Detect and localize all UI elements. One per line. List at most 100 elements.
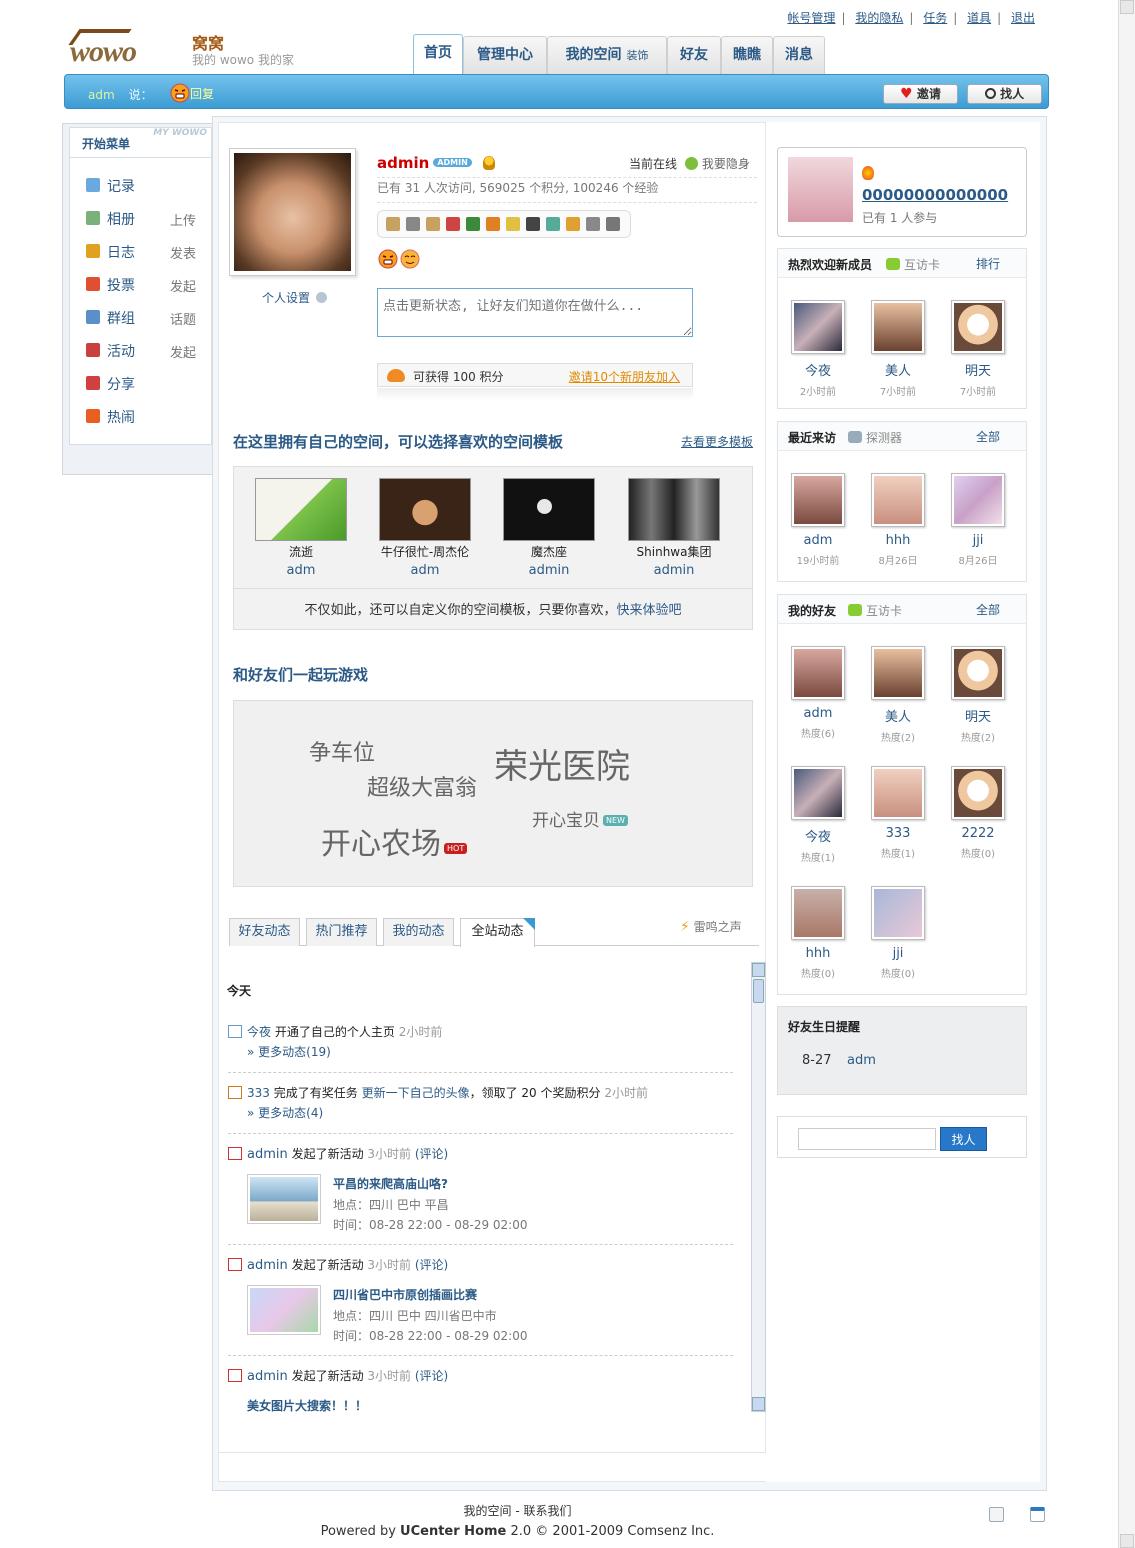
sidebar-item-hot[interactable]: 热闹 (86, 406, 208, 426)
birthday-user[interactable]: adm (847, 1053, 876, 1068)
sidebar-item-blog[interactable]: 日志 发表 (86, 241, 208, 262)
sidebar-item-record[interactable]: 记录 (86, 175, 208, 195)
avatar[interactable] (871, 766, 925, 820)
avatar[interactable] (951, 646, 1005, 700)
profile-tool-icon[interactable] (406, 217, 420, 231)
page-scroll-down-icon[interactable] (1120, 1534, 1134, 1548)
game-baby[interactable]: 开心宝贝 NEW (532, 806, 628, 831)
account-link[interactable]: 帐号管理 (787, 11, 835, 25)
hot-event-box[interactable]: 00000000000000 已有 1 人参与 (777, 147, 1027, 237)
avatar[interactable] (871, 646, 925, 700)
footer-links[interactable]: 我的空间 - 联系我们 (0, 1502, 1035, 1519)
avatar[interactable] (951, 766, 1005, 820)
profile-tool-icon[interactable] (526, 217, 540, 231)
visit-card-link[interactable]: 互访卡 (886, 256, 940, 273)
profile-tool-icon[interactable] (606, 217, 620, 231)
profile-tool-icon[interactable] (426, 217, 440, 231)
friend-card[interactable]: hhh 热度(0) (783, 886, 853, 980)
profile-tool-icon[interactable] (386, 217, 400, 231)
friend-card[interactable]: 明天 热度(2) (943, 646, 1013, 744)
event-thumbnail[interactable] (247, 1285, 321, 1335)
event-title-link[interactable]: 00000000000000 (862, 186, 1008, 204)
event-title[interactable]: 平昌的来爬高庙山咯? (333, 1175, 448, 1192)
scroll-thumb[interactable] (753, 979, 764, 1003)
sidebar-item-share[interactable]: 分享 (86, 373, 208, 393)
privacy-link[interactable]: 我的隐私 (855, 11, 903, 25)
avatar[interactable] (791, 766, 845, 820)
feed-scrollbar[interactable] (751, 962, 766, 1412)
avatar[interactable] (951, 300, 1005, 354)
profile-tool-icon[interactable] (546, 217, 560, 231)
avatar[interactable] (951, 473, 1005, 527)
game-parking[interactable]: 争车位 (309, 735, 375, 767)
friend-card[interactable]: 333 热度(1) (863, 766, 933, 860)
sidebar-item-poll[interactable]: 投票 发起 (86, 274, 208, 295)
profile-tool-icon[interactable] (566, 217, 580, 231)
more-templates-link[interactable]: 去看更多模板 (681, 433, 753, 450)
event-image[interactable] (788, 157, 853, 222)
all-visitors-link[interactable]: 全部 (976, 428, 1000, 445)
friend-card[interactable]: 美人 7小时前 (863, 300, 933, 398)
avatar[interactable] (871, 473, 925, 527)
event-title[interactable]: 四川省巴中市原创插画比赛 (333, 1286, 477, 1303)
game-hospital[interactable]: 荣光医院 (494, 739, 630, 788)
tab-site-feed[interactable]: 全站动态 (460, 918, 535, 947)
invite-friends-link[interactable]: 邀请10个新朋友加入 (569, 368, 680, 385)
friend-card[interactable]: adm 19小时前 (783, 473, 853, 567)
ranking-link[interactable]: 排行 (976, 255, 1000, 272)
visit-card-link[interactable]: 互访卡 (848, 602, 902, 619)
try-templates-link[interactable]: 快来体验吧 (617, 603, 682, 618)
friend-card[interactable]: 今夜 2小时前 (783, 300, 853, 398)
avatar[interactable] (791, 886, 845, 940)
tab-friends[interactable]: 好友 (667, 36, 721, 74)
tab-my-feed[interactable]: 我的动态 (383, 918, 454, 946)
friend-card[interactable]: adm 热度(6) (783, 646, 853, 740)
more-feed-link[interactable]: » 更多动态(19) (247, 1043, 331, 1060)
home-icon[interactable] (989, 1507, 1004, 1522)
all-friends-link[interactable]: 全部 (976, 601, 1000, 618)
friend-card[interactable]: jji 8月26日 (943, 473, 1013, 567)
profile-tool-icon[interactable] (586, 217, 600, 231)
avatar[interactable] (871, 300, 925, 354)
search-button[interactable]: 找人 (940, 1127, 987, 1151)
event-thumbnail[interactable] (247, 1174, 321, 1224)
page-scrollbar[interactable] (1118, 0, 1135, 1548)
mood-icons[interactable] (378, 248, 422, 275)
tab-home[interactable]: 首页 (413, 34, 463, 74)
template-card[interactable]: Shinhwa集团 admin (619, 478, 729, 578)
friend-card[interactable]: 今夜 热度(1) (783, 766, 853, 864)
template-card[interactable]: 魔杰座 admin (494, 478, 604, 578)
sidebar-item-album[interactable]: 相册 上传 (86, 208, 208, 229)
window-icon[interactable] (1030, 1507, 1045, 1522)
profile-avatar[interactable] (229, 148, 356, 276)
bar-user[interactable]: adm (88, 88, 115, 102)
profile-name[interactable]: admin ADMIN (377, 154, 496, 172)
site-logo[interactable]: wowo 窝窝 我的 wowo 我的家 (68, 27, 294, 71)
tab-friend-feed[interactable]: 好友动态 (229, 918, 300, 946)
detector-link[interactable]: 探测器 (848, 429, 902, 446)
profile-tool-icon[interactable] (446, 217, 460, 231)
find-people-button[interactable]: 找人 (967, 84, 1042, 104)
tab-browse[interactable]: 瞧瞧 (721, 36, 773, 74)
props-link[interactable]: 道具 (967, 11, 991, 25)
friend-card[interactable]: 明天 7小时前 (943, 300, 1013, 398)
friend-card[interactable]: 2222 热度(0) (943, 766, 1013, 860)
search-input[interactable] (798, 1128, 936, 1150)
logout-link[interactable]: 退出 (1011, 11, 1035, 25)
thunder-voice-link[interactable]: ⚡ 雷鸣之声 (680, 918, 742, 935)
friend-card[interactable]: jji 热度(0) (863, 886, 933, 980)
template-card[interactable]: 牛仔很忙-周杰伦 adm (370, 478, 480, 578)
invite-button[interactable]: ♥ 邀请 (883, 84, 958, 104)
task-link[interactable]: 任务 (923, 11, 947, 25)
profile-tool-icon[interactable] (486, 217, 500, 231)
tab-admin-center[interactable]: 管理中心 (463, 36, 547, 74)
profile-tool-icon[interactable] (506, 217, 520, 231)
avatar[interactable] (871, 886, 925, 940)
profile-tool-icon[interactable] (466, 217, 480, 231)
page-scroll-up-icon[interactable] (1120, 0, 1134, 14)
more-feed-link[interactable]: » 更多动态(4) (247, 1104, 323, 1121)
sidebar-item-group[interactable]: 群组 话题 (86, 307, 208, 328)
invisible-link[interactable]: 我要隐身 (702, 157, 750, 171)
scroll-up-icon[interactable] (752, 963, 765, 977)
template-card[interactable]: 流逝 adm (246, 478, 356, 578)
